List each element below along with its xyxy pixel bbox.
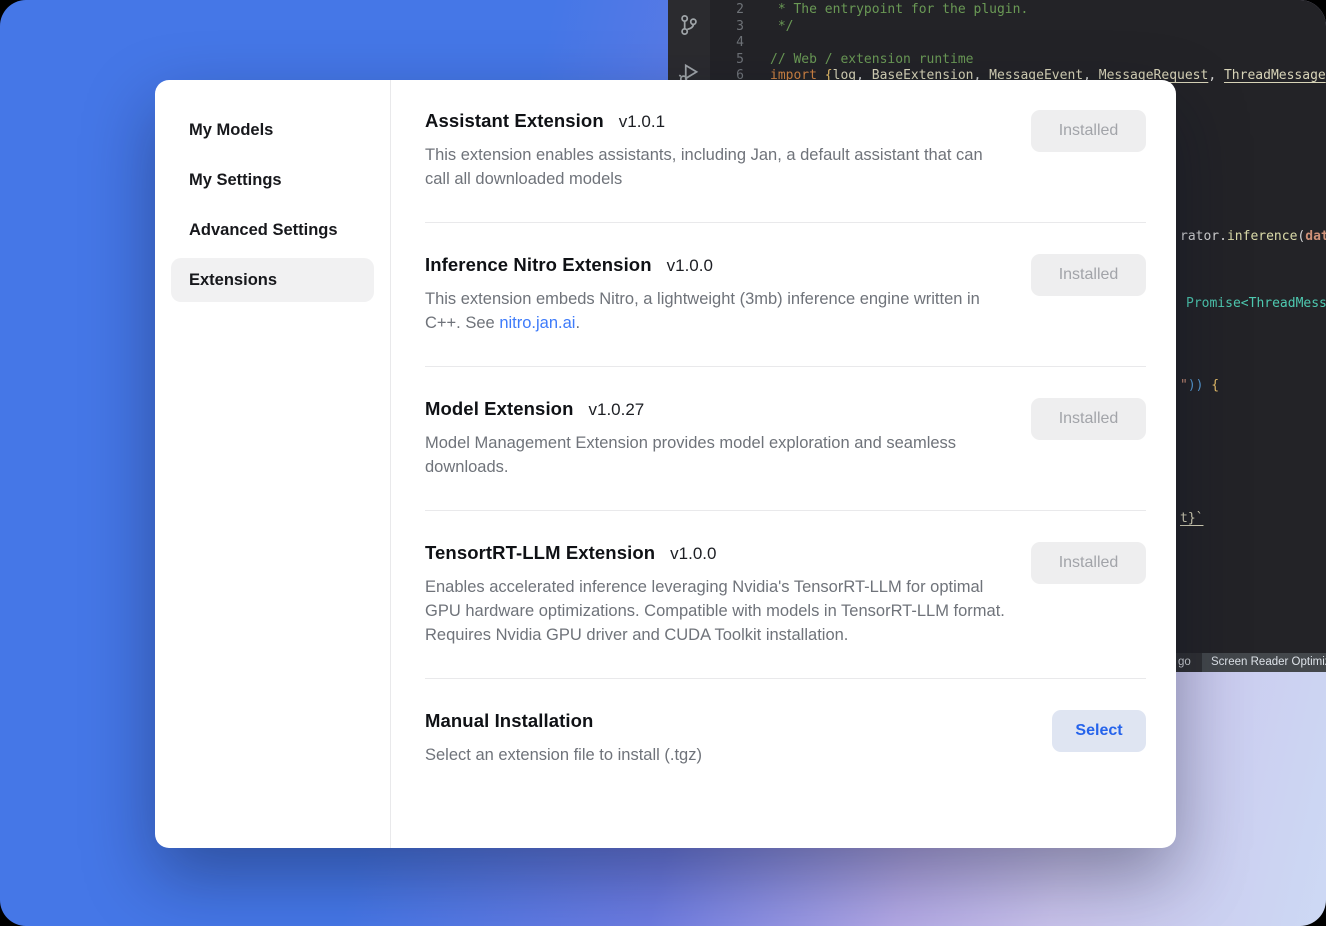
extension-row-model: Model Extension v1.0.27 Model Management… [425,367,1146,511]
extension-version: v1.0.27 [589,400,645,420]
status-text-fragment: go [1178,654,1191,671]
extension-title: Model Extension [425,398,574,420]
extension-version: v1.0.0 [670,544,716,564]
extension-description: Model Management Extension provides mode… [425,431,1010,479]
code-lines: 2 * The entrypoint for the plugin.3 */45… [710,2,1326,85]
manual-installation-title: Manual Installation [425,710,593,732]
extension-title: Inference Nitro Extension [425,254,652,276]
installed-button[interactable]: Installed [1031,254,1146,296]
extension-row-tensorrt-llm: TensortRT-LLM Extension v1.0.0 Enables a… [425,511,1146,679]
extension-title: Assistant Extension [425,110,604,132]
sidebar-item-extensions[interactable]: Extensions [171,258,374,302]
extension-title: TensortRT-LLM Extension [425,542,655,564]
sidebar-item-my-models[interactable]: My Models [171,108,374,152]
installed-button[interactable]: Installed [1031,542,1146,584]
extension-version: v1.0.0 [667,256,713,276]
description-text: . [575,314,580,332]
source-control-icon[interactable] [676,12,702,38]
settings-card: My Models My Settings Advanced Settings … [155,80,1176,848]
sidebar-item-my-settings[interactable]: My Settings [171,158,374,202]
desktop-canvas: 2 * The entrypoint for the plugin.3 */45… [0,0,1326,926]
extension-description: This extension enables assistants, inclu… [425,143,1010,191]
extension-description: Enables accelerated inference leveraging… [425,575,1010,647]
screen-reader-optimized-chip[interactable]: Screen Reader Optimized [1202,653,1326,672]
extensions-list: Assistant Extension v1.0.1 This extensio… [391,80,1176,848]
manual-installation-row: Manual Installation Select an extension … [425,679,1146,798]
extension-row-inference-nitro: Inference Nitro Extension v1.0.0 This ex… [425,223,1146,367]
extension-row-assistant: Assistant Extension v1.0.1 This extensio… [425,80,1146,223]
extension-description: This extension embeds Nitro, a lightweig… [425,287,1010,335]
sidebar-item-advanced-settings[interactable]: Advanced Settings [171,208,374,252]
extension-version: v1.0.1 [619,112,665,132]
installed-button[interactable]: Installed [1031,110,1146,152]
installed-button[interactable]: Installed [1031,398,1146,440]
settings-sidebar: My Models My Settings Advanced Settings … [155,80,391,848]
nitro-jan-ai-link[interactable]: nitro.jan.ai [499,314,575,332]
manual-installation-description: Select an extension file to install (.tg… [425,743,702,767]
select-file-button[interactable]: Select [1052,710,1146,752]
